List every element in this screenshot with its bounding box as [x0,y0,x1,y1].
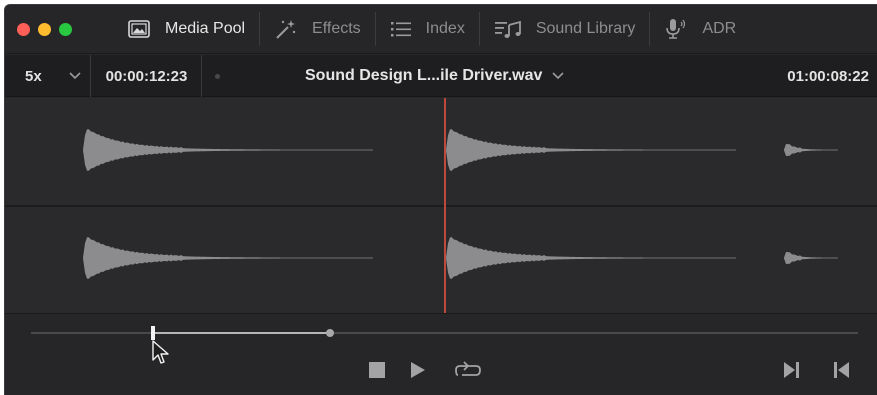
timeline-timecode: 01:00:08:22 [787,67,869,85]
jump-to-end-button[interactable] [782,361,802,383]
close-window-button[interactable] [17,22,30,36]
window-controls [17,22,113,36]
loop-icon [454,359,482,386]
effects-button[interactable]: Effects [260,5,375,53]
index-label: Index [425,20,465,37]
chevron-down-icon [542,67,564,85]
mouse-cursor-icon [152,340,169,364]
sound-library-label: Sound Library [535,20,636,37]
clip-name-dropdown[interactable]: Sound Design L...ile Driver.wav [305,55,564,97]
source-timecode: 00:00:12:23 [92,55,202,97]
transport-bar [5,313,877,395]
zoom-value: 5x [25,67,42,85]
loop-button[interactable] [453,360,483,384]
sound-library-icon [494,19,522,39]
waveform-transient [83,129,373,171]
adr-button[interactable]: ADR [650,5,750,53]
maximize-window-button[interactable] [59,22,72,36]
effects-wand-icon [274,17,298,41]
media-pool-button[interactable]: Media Pool [113,5,259,53]
waveform-display [5,98,877,313]
stop-button[interactable] [367,361,387,383]
media-pool-label: Media Pool [165,20,246,37]
scrub-bar[interactable] [5,314,877,354]
jump-to-start-button[interactable] [831,361,851,383]
stop-icon [369,361,385,383]
transport-controls [5,354,877,395]
media-pool-icon [127,19,151,39]
waveform-transient [446,129,736,171]
scrub-handle[interactable] [151,326,155,340]
index-list-icon [390,20,412,38]
waveform-transient [784,252,838,264]
minimize-window-button[interactable] [38,22,51,36]
waveform-channels [83,129,838,279]
audio-viewer-window: Media Pool Effects Index Sound Library A… [4,4,877,395]
waveform-transient [83,237,373,279]
waveform-transient [784,144,838,156]
status-dot-icon [215,74,220,79]
clip-name-label: Sound Design L...ile Driver.wav [305,67,543,84]
index-button[interactable]: Index [376,5,479,53]
jump-to-end-icon [784,361,800,383]
waveform-transient [446,237,736,279]
microphone-icon [664,17,688,41]
waveform-viewer[interactable] [5,98,877,313]
jump-to-start-icon [833,361,849,383]
play-icon [411,361,425,383]
top-toolbar: Media Pool Effects Index Sound Library A… [5,5,877,54]
scrub-end-marker[interactable] [326,329,334,337]
zoom-dropdown[interactable]: 5x [5,55,91,97]
sound-library-button[interactable]: Sound Library [480,5,650,53]
effects-label: Effects [312,20,361,37]
play-button[interactable] [408,361,428,383]
clip-header: 5x 00:00:12:23 Sound Design L...ile Driv… [5,55,877,97]
adr-label: ADR [702,20,737,37]
